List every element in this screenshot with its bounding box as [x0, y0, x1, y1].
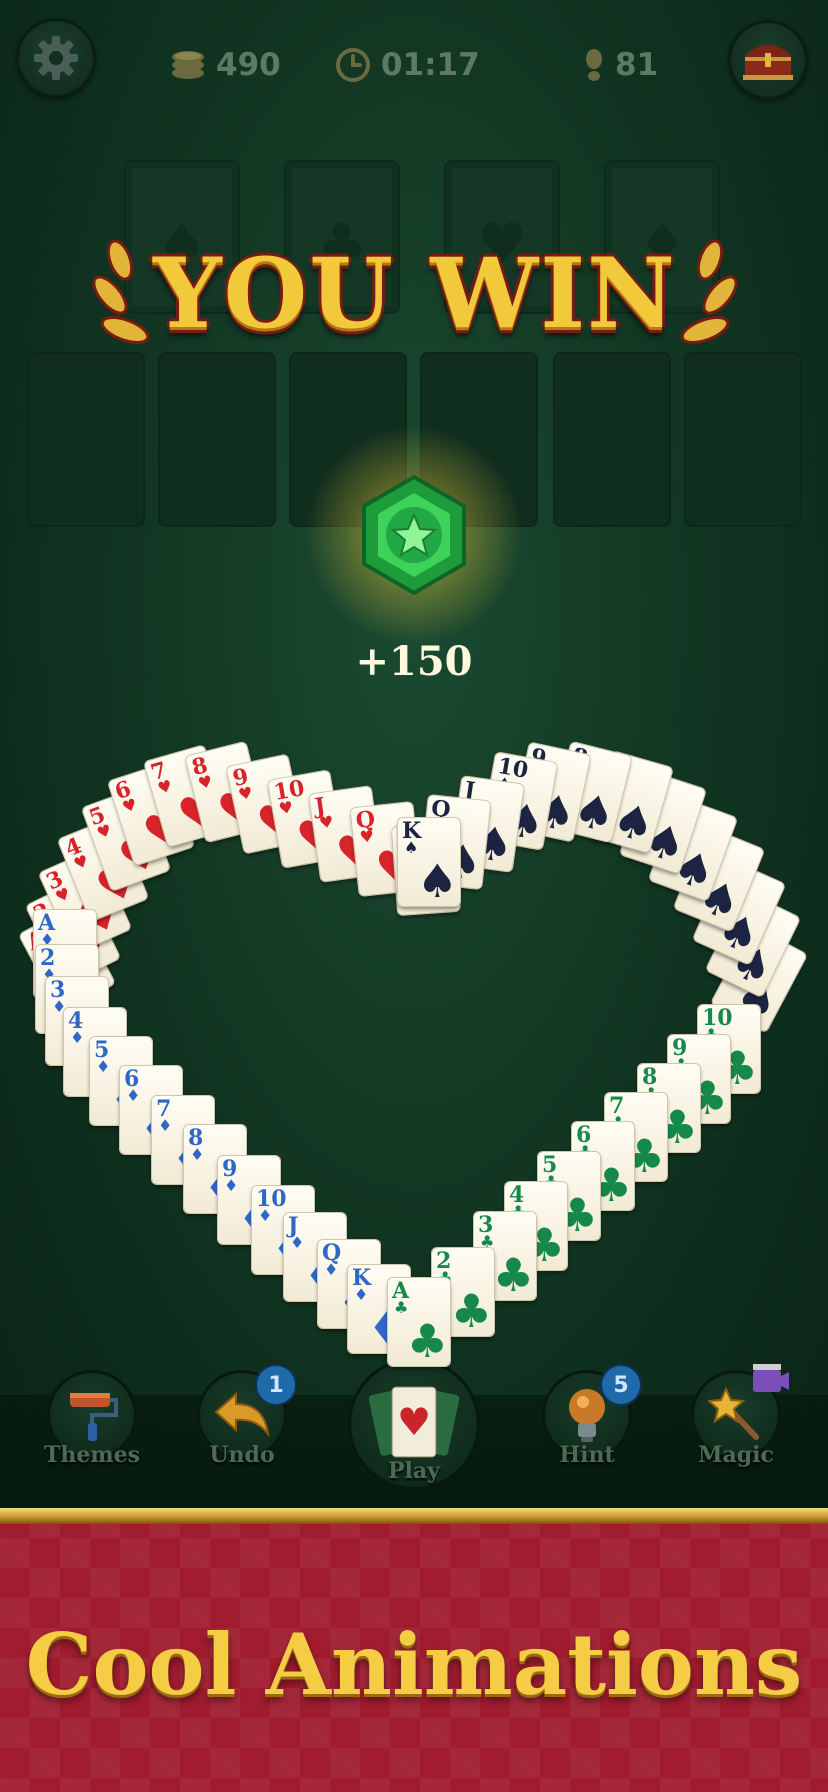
- club-icon: ♣: [492, 1248, 534, 1302]
- play-button[interactable]: ♥ Play: [343, 1358, 485, 1508]
- bottom-toolbar: Themes 1 Undo ♥ Play 5 Hint Magic: [0, 1358, 828, 1508]
- play-label: Play: [388, 1458, 440, 1484]
- card-spades-k: K ♠ ♠: [398, 818, 460, 906]
- heart-icon: ♥: [119, 794, 140, 817]
- club-icon: ♣: [450, 1284, 492, 1338]
- magic-label: Magic: [698, 1442, 774, 1468]
- svg-text:♥: ♥: [397, 1400, 431, 1444]
- game-board: 490 01:17 81 ♠ ♣ ♥ ♦ YOU WIN +150 Q ♥ J …: [0, 0, 828, 1508]
- heart-icon: ♥: [70, 850, 92, 874]
- lightbulb-icon: [569, 1389, 605, 1442]
- hint-button[interactable]: 5 Hint: [532, 1366, 642, 1508]
- heart-icon: ♥: [277, 797, 295, 819]
- video-ad-icon: [753, 1364, 789, 1392]
- heart-icon: ♥: [195, 771, 215, 794]
- heart-icon: ♥: [236, 782, 255, 805]
- club-icon: ♣: [406, 1314, 448, 1368]
- promo-gold-trim: [0, 1508, 828, 1524]
- play-cards-icon: ♥: [368, 1386, 460, 1458]
- spade-icon: ♠: [416, 854, 458, 908]
- themes-label: Themes: [43, 1442, 141, 1468]
- hint-count-badge: 5: [602, 1366, 640, 1404]
- heart-card-animation: K♥♥Q♥♥J♥♥10♥♥9♥♥8♥♥7♥♥6♥♥5♥♥4♥♥3♥♥2♥♥A♥♥…: [0, 0, 828, 1508]
- paint-roller-icon: [70, 1393, 118, 1441]
- undo-label: Undo: [209, 1442, 275, 1468]
- hint-label: Hint: [559, 1442, 615, 1468]
- card-clubs-a: A ♣ ♣: [388, 1278, 450, 1366]
- heart-icon: ♥: [155, 775, 175, 799]
- heart-icon: ♥: [94, 820, 115, 843]
- magic-button[interactable]: Magic: [681, 1364, 791, 1508]
- promo-headline: Cool Animations: [25, 1615, 803, 1714]
- heart-icon: ♥: [52, 883, 74, 907]
- undo-count-badge: 1: [257, 1366, 295, 1404]
- undo-button[interactable]: 1 Undo: [187, 1366, 297, 1508]
- themes-button[interactable]: Themes: [37, 1370, 147, 1508]
- heart-icon: ♥: [317, 811, 335, 833]
